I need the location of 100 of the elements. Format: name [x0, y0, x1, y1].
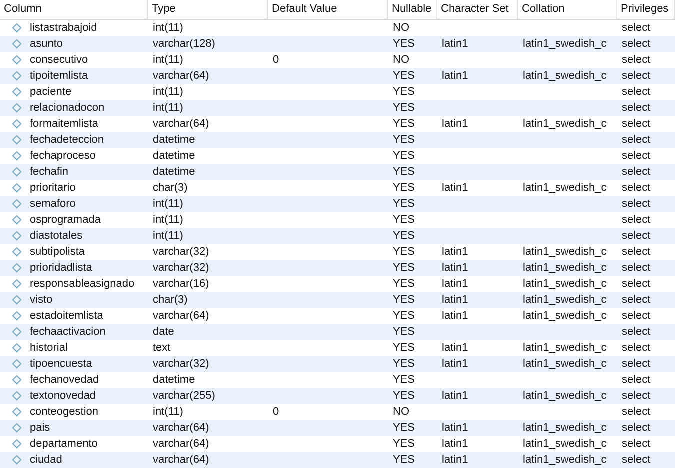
column-name: semaforo: [30, 196, 76, 212]
column-name: textonovedad: [30, 388, 96, 404]
table-cell-text: int(11): [152, 228, 184, 244]
table-cell-text: select: [621, 308, 651, 324]
column-name: subtipolista: [30, 244, 86, 260]
table-cell-text: select: [621, 404, 651, 420]
column-header[interactable]: Default Value: [268, 1, 338, 18]
table-cell-text: latin1_swedish_c: [522, 116, 607, 132]
column-header[interactable]: Type: [148, 1, 176, 18]
column-name: visto: [30, 292, 53, 308]
column-name: listastrabajoid: [30, 20, 98, 36]
table-cell-text: select: [621, 148, 651, 164]
table-cell-text: YES: [392, 340, 416, 356]
table-cell-text: int(11): [152, 52, 184, 68]
table-cell-text: select: [621, 228, 651, 244]
table-cell-text: int(11): [152, 404, 184, 420]
table-cell-text: latin1_swedish_c: [522, 436, 607, 452]
table-cell-text: latin1: [441, 68, 468, 84]
column-header[interactable]: Character Set: [437, 1, 509, 18]
table-cell-text: NO: [392, 52, 410, 68]
table-cell-text: latin1_swedish_c: [522, 68, 607, 84]
table-cell-text: select: [621, 100, 651, 116]
table-cell-text: YES: [392, 260, 416, 276]
column-name: fechaactivacion: [30, 324, 106, 340]
table-cell-text: select: [621, 324, 651, 340]
table-cell-text: latin1_swedish_c: [522, 244, 607, 260]
table-cell-text: int(11): [152, 20, 184, 36]
table-cell-text: latin1: [441, 180, 468, 196]
table-cell-text: latin1: [441, 356, 468, 372]
column-header[interactable]: Privileges: [617, 1, 669, 18]
table-cell-text: datetime: [152, 372, 196, 388]
table-cell-text: YES: [392, 180, 416, 196]
column-name: consecutivo: [30, 52, 88, 68]
column-name: tipoitemlista: [30, 68, 88, 84]
column-name: asunto: [30, 36, 64, 52]
column-name: fechaproceso: [30, 148, 96, 164]
table-cell-text: latin1_swedish_c: [522, 308, 607, 324]
table-cell-text: select: [621, 276, 651, 292]
table-cell-text: select: [621, 420, 651, 436]
table-cell-text: datetime: [152, 148, 196, 164]
table-cell-text: varchar(64): [152, 308, 210, 324]
table-cell-text: select: [621, 244, 651, 260]
table-cell-text: select: [621, 452, 651, 468]
column-name: estadoitemlista: [30, 308, 104, 324]
table-cell-text: latin1: [441, 244, 468, 260]
table-cell-text: select: [621, 68, 651, 84]
column-name: fechadeteccion: [30, 132, 104, 148]
table-cell-text: YES: [392, 36, 416, 52]
table-cell-text: YES: [392, 372, 416, 388]
column-header[interactable]: Column: [0, 1, 42, 18]
table-cell-text: varchar(32): [152, 260, 210, 276]
table-cell-text: YES: [392, 244, 416, 260]
table-cell-text: select: [621, 196, 651, 212]
table-cell-text: 0: [272, 52, 280, 68]
table-cell-text: varchar(64): [152, 452, 210, 468]
column-header[interactable]: Nullable: [388, 1, 432, 18]
table-cell-text: latin1_swedish_c: [522, 340, 607, 356]
table-cell-text: select: [621, 340, 651, 356]
table-cell-text: YES: [392, 212, 416, 228]
table-cell-text: latin1_swedish_c: [522, 180, 607, 196]
table-cell-text: YES: [392, 308, 416, 324]
column-name: historial: [30, 340, 68, 356]
column-name: tipoencuesta: [30, 356, 92, 372]
table-cell-text: varchar(128): [152, 36, 216, 52]
table-cell-text: varchar(255): [152, 388, 216, 404]
table-cell-text: latin1_swedish_c: [522, 388, 607, 404]
table-cell-text: YES: [392, 292, 416, 308]
table-cell-text: varchar(64): [152, 116, 210, 132]
table-cell-text: latin1_swedish_c: [522, 292, 607, 308]
column-name: prioritario: [30, 180, 76, 196]
column-name: conteogestion: [30, 404, 98, 420]
table-cell-text: YES: [392, 276, 416, 292]
table-cell-text: int(11): [152, 100, 184, 116]
table-cell-text: select: [621, 372, 651, 388]
table-cell-text: select: [621, 180, 651, 196]
column-name: departamento: [30, 436, 98, 452]
table-cell-text: YES: [392, 452, 416, 468]
table-cell-text: select: [621, 388, 651, 404]
table-cell-text: varchar(64): [152, 420, 210, 436]
column-name: pais: [30, 420, 50, 436]
table-cell-text: varchar(16): [152, 276, 210, 292]
table-cell-text: NO: [392, 404, 410, 420]
table-cell-text: YES: [392, 324, 416, 340]
column-name: ciudad: [30, 452, 62, 468]
table-cell-text: latin1: [441, 420, 468, 436]
table-cell-text: YES: [392, 164, 416, 180]
table-cell-text: select: [621, 20, 651, 36]
table-cell-text: YES: [392, 228, 416, 244]
table-cell-text: select: [621, 52, 651, 68]
table-cell-text: latin1: [441, 260, 468, 276]
column-name: fechanovedad: [30, 372, 100, 388]
table-cell-text: text: [152, 340, 171, 356]
column-header[interactable]: Collation: [518, 1, 565, 18]
table-cell-text: YES: [392, 100, 416, 116]
table-cell-text: int(11): [152, 212, 184, 228]
table-cell-text: 0: [272, 404, 280, 420]
table-cell-text: varchar(64): [152, 436, 210, 452]
table-cell-text: char(3): [152, 180, 188, 196]
table-cell-text: select: [621, 212, 651, 228]
column-name: osprogramada: [30, 212, 101, 228]
